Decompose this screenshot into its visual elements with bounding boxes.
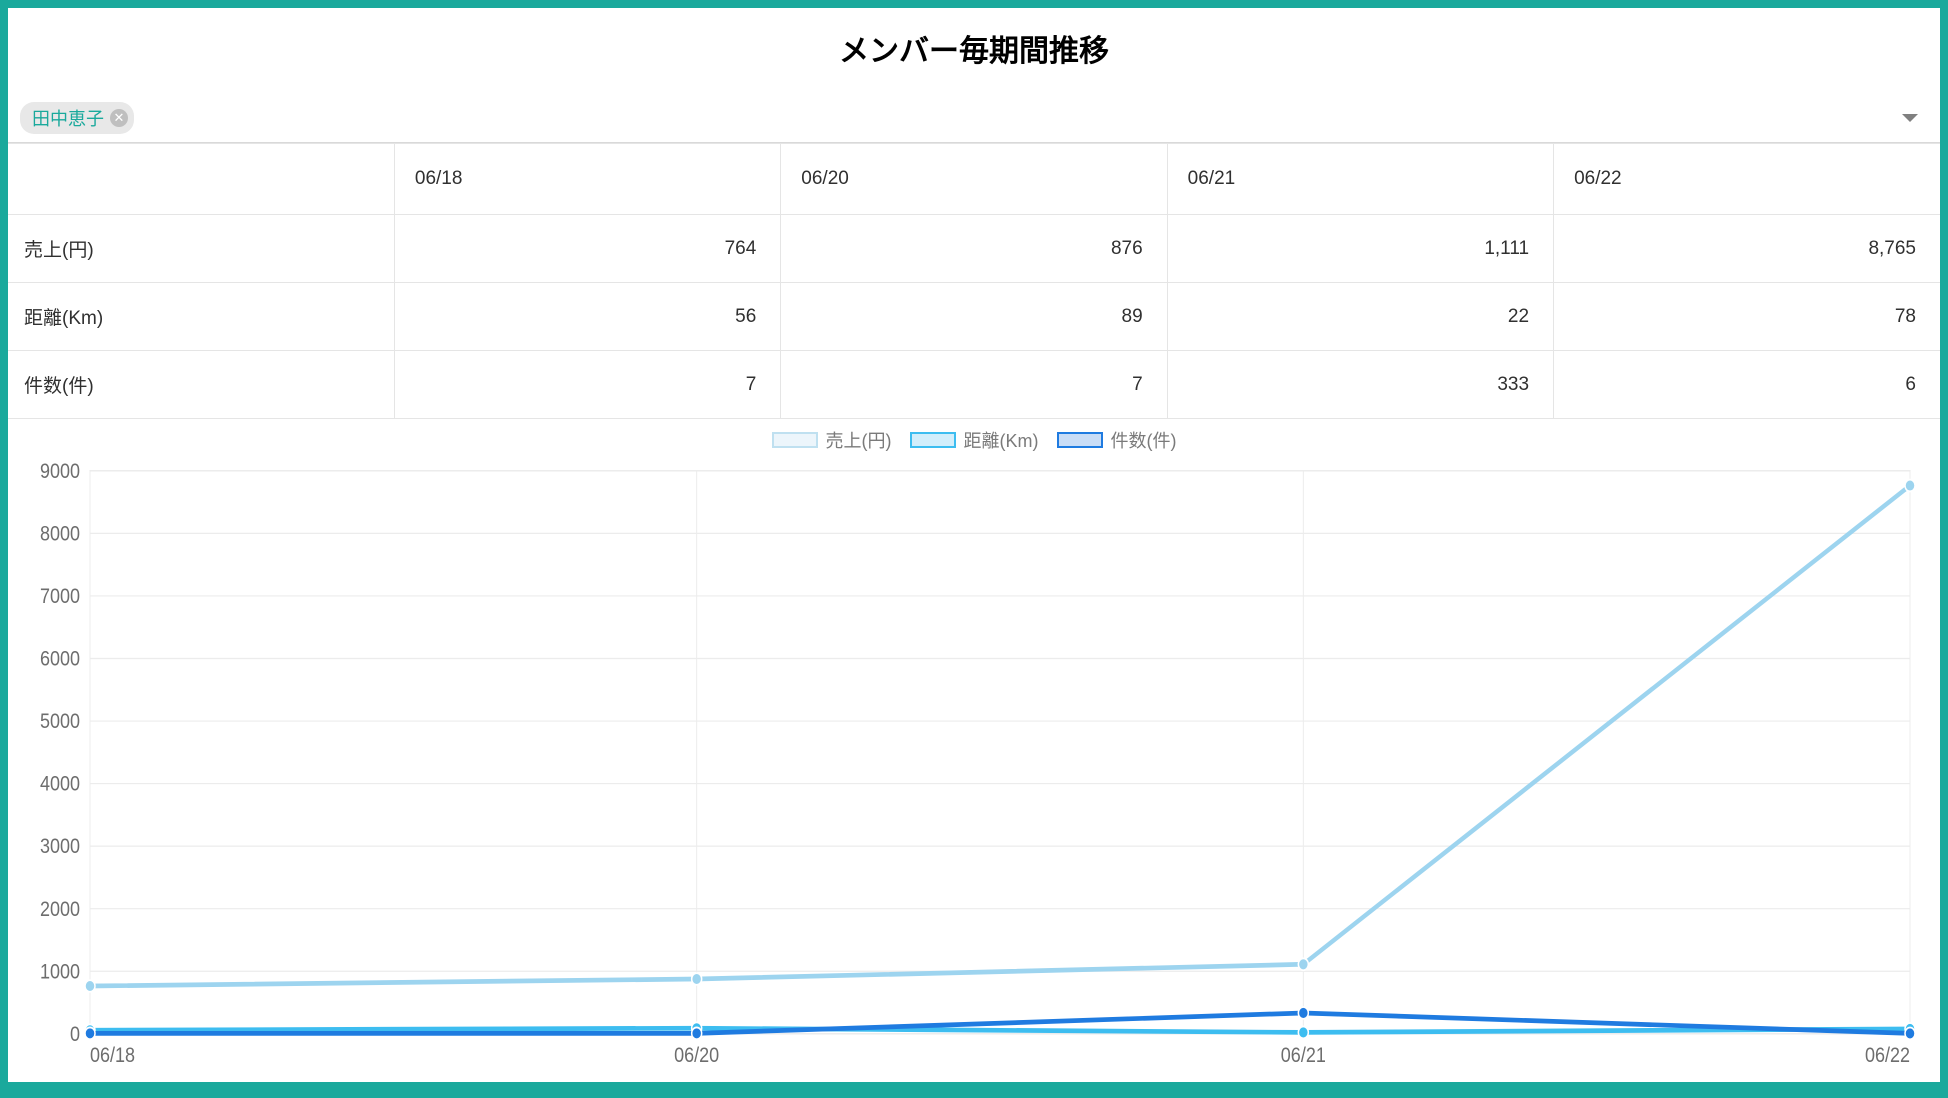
cell: 876: [781, 215, 1167, 283]
table-row: 件数(件) 7 7 333 6: [8, 351, 1940, 419]
legend-item[interactable]: 売上(円): [772, 427, 892, 453]
cell: 7: [781, 351, 1167, 419]
svg-text:06/18: 06/18: [90, 1044, 135, 1068]
chart-legend: 売上(円) 距離(Km) 件数(件): [24, 423, 1924, 459]
cell: 56: [394, 283, 780, 351]
legend-label: 売上(円): [826, 427, 892, 453]
line-chart: 0 1000 2000 3000 4000 5000 6000 7000 8000 9000 06/…: [24, 459, 1924, 1074]
cell: 764: [394, 215, 780, 283]
svg-text:6000: 6000: [40, 647, 80, 671]
table-header: 06/22: [1554, 144, 1940, 215]
row-label: 件数(件): [8, 351, 394, 419]
svg-text:5000: 5000: [40, 710, 80, 734]
cell: 8,765: [1554, 215, 1940, 283]
cell: 78: [1554, 283, 1940, 351]
row-label: 売上(円): [8, 215, 394, 283]
svg-text:9000: 9000: [40, 460, 80, 484]
filter-chip[interactable]: 田中恵子 ✕: [20, 102, 134, 134]
table-header: 06/21: [1167, 144, 1553, 215]
table-header: 06/18: [394, 144, 780, 215]
close-icon[interactable]: ✕: [110, 109, 128, 127]
table-row: 売上(円) 764 876 1,111 8,765: [8, 215, 1940, 283]
table-header-row: 06/18 06/20 06/21 06/22: [8, 144, 1940, 215]
svg-text:1000: 1000: [40, 960, 80, 984]
legend-item[interactable]: 件数(件): [1057, 427, 1177, 453]
filter-chip-label: 田中恵子: [32, 105, 104, 131]
page-title: メンバー毎期間推移: [8, 8, 1940, 80]
legend-label: 距離(Km): [964, 427, 1039, 453]
svg-text:06/22: 06/22: [1865, 1044, 1910, 1068]
member-filter[interactable]: 田中恵子 ✕: [8, 80, 1940, 143]
table-header: 06/20: [781, 144, 1167, 215]
summary-table: 06/18 06/20 06/21 06/22 売上(円) 764 876 1,…: [8, 143, 1940, 419]
table-header-blank: [8, 144, 394, 215]
legend-swatch: [910, 432, 956, 448]
svg-text:2000: 2000: [40, 897, 80, 921]
svg-text:06/20: 06/20: [674, 1044, 719, 1068]
svg-text:0: 0: [70, 1023, 80, 1047]
chevron-down-icon[interactable]: [1902, 114, 1918, 122]
svg-text:06/21: 06/21: [1281, 1044, 1326, 1068]
cell: 7: [394, 351, 780, 419]
legend-swatch: [772, 432, 818, 448]
svg-text:7000: 7000: [40, 585, 80, 609]
cell: 6: [1554, 351, 1940, 419]
cell: 333: [1167, 351, 1553, 419]
cell: 89: [781, 283, 1167, 351]
legend-swatch: [1057, 432, 1103, 448]
main-panel: メンバー毎期間推移 田中恵子 ✕ 06/18 06/20 06/21 06/22…: [8, 8, 1940, 1082]
cell: 1,111: [1167, 215, 1553, 283]
table-row: 距離(Km) 56 89 22 78: [8, 283, 1940, 351]
svg-text:8000: 8000: [40, 522, 80, 546]
svg-text:4000: 4000: [40, 772, 80, 796]
svg-text:3000: 3000: [40, 835, 80, 859]
chart-area: 売上(円) 距離(Km) 件数(件) 0 1000 2000 3000 4000 5000 60…: [8, 419, 1940, 1082]
row-label: 距離(Km): [8, 283, 394, 351]
cell: 22: [1167, 283, 1553, 351]
legend-item[interactable]: 距離(Km): [910, 427, 1039, 453]
legend-label: 件数(件): [1111, 427, 1177, 453]
